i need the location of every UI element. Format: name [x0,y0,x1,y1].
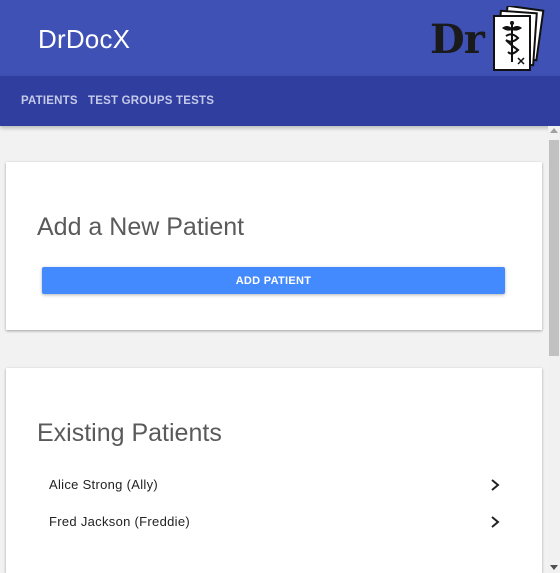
add-patient-button[interactable]: ADD PATIENT [42,267,505,294]
app-header: DrDocX Dr [0,0,560,76]
nav-item-tests[interactable]: TESTS [176,95,214,107]
logo: Dr [430,6,550,74]
chevron-right-icon [491,516,500,528]
patient-list-item[interactable]: Fred Jackson (Freddie) [37,504,507,540]
patient-name: Fred Jackson (Freddie) [49,514,190,529]
scroll-thumb[interactable] [549,140,559,356]
nav-item-patients[interactable]: PATIENTS [21,95,78,107]
scroll-up-arrow-icon[interactable] [550,128,558,133]
add-patient-card: Add a New Patient ADD PATIENT [6,162,542,330]
chevron-right-icon [491,479,500,491]
page-scrollbar[interactable] [548,126,560,573]
scroll-down-arrow-icon[interactable] [550,565,558,570]
nav-bar: PATIENTS TEST GROUPS TESTS [0,76,560,126]
add-patient-title: Add a New Patient [37,213,245,241]
nav-item-test-groups[interactable]: TEST GROUPS [88,95,173,107]
logo-text: Dr [430,16,485,63]
existing-patients-title: Existing Patients [37,419,222,447]
existing-patients-card: Existing Patients Alice Strong (Ally) Fr… [6,368,542,573]
patient-list-item[interactable]: Alice Strong (Ally) [37,467,507,503]
patient-name: Alice Strong (Ally) [49,477,159,492]
app-title: DrDocX [38,24,131,54]
caduceus-documents-icon [493,6,545,71]
